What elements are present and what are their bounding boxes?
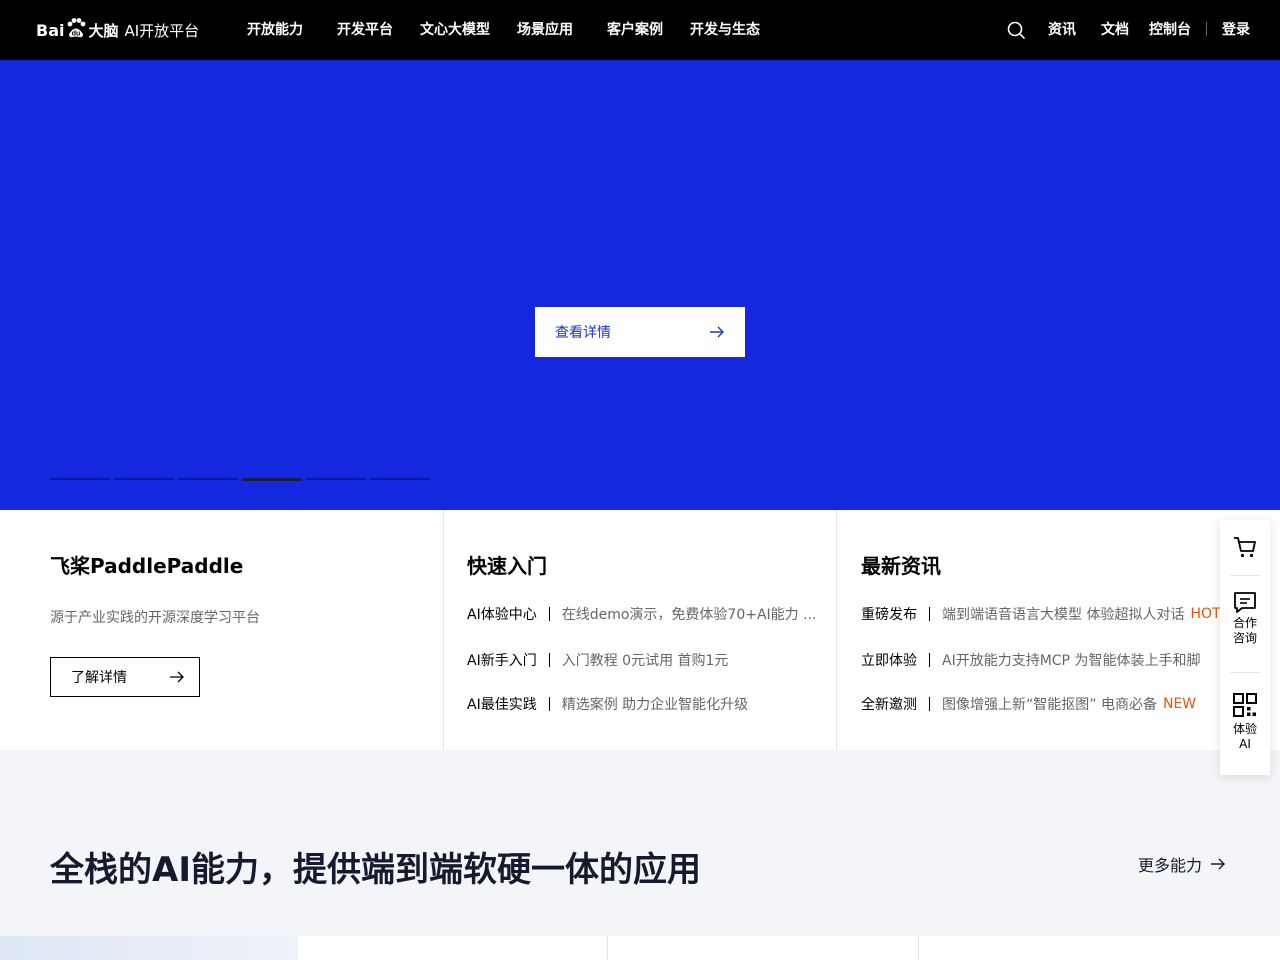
nav-console[interactable]: 控制台 (1149, 20, 1191, 40)
row-text: AI开放能力支持MCP 为智能体装上手和脚 (942, 653, 1201, 669)
row-text: 入门教程 0元试用 首购1元 (561, 653, 729, 669)
quickstart-card: 快速入门 AI体验中心 在线demo演示，免费体验70+AI能力 ... AI新… (444, 510, 836, 750)
top-nav-bar: Bai du 大脑 AI开放平台 开放能力 开发平台 文心大模型 场景应用 客户… (0, 0, 1280, 60)
news-row[interactable]: 全新邀测 图像增强上新“智能抠图” 电商必备 NEW (861, 694, 1196, 714)
logo-bai: Bai (36, 20, 65, 40)
logo-brand: 大脑 (88, 21, 119, 40)
nav-docs[interactable]: 文档 (1101, 20, 1129, 40)
carousel-dot-active[interactable] (242, 478, 302, 481)
try-ai-button[interactable]: 体验AI (1220, 692, 1270, 752)
new-badge: NEW (1162, 696, 1197, 712)
row-separator (929, 653, 930, 667)
row-text: 端到端语音语言大模型 体验超拟人对话 (942, 607, 1185, 623)
learn-more-label: 了解详情 (71, 670, 127, 686)
nav-scenarios[interactable]: 场景应用 (517, 20, 573, 40)
baidu-ai-logo[interactable]: Bai du 大脑 AI开放平台 (36, 12, 199, 48)
nav-login[interactable]: 登录 (1222, 20, 1250, 40)
carousel-dot[interactable] (370, 478, 430, 480)
section-title: 全栈的AI能力，提供端到端软硬一体的应用 (50, 850, 701, 890)
carousel-dot[interactable] (114, 478, 174, 480)
nav-dev-ecosystem[interactable]: 开发与生态 (690, 20, 760, 40)
more-capabilities-label: 更多能力 (1138, 856, 1203, 875)
row-label: AI新手入门 (467, 653, 537, 669)
row-label: AI体验中心 (467, 607, 537, 623)
consult-label: 合作咨询 (1232, 616, 1257, 645)
nav-divider (1206, 22, 1207, 36)
carousel-dot[interactable] (178, 478, 238, 480)
row-separator (929, 607, 930, 621)
news-row[interactable]: 重磅发布 端到端语音语言大模型 体验超拟人对话 HOT (861, 604, 1221, 624)
logo-platform: AI开放平台 (124, 21, 200, 40)
hero-view-details-button[interactable]: 查看详情 (535, 307, 745, 357)
arrow-right-icon (170, 671, 184, 683)
row-separator (548, 653, 550, 667)
svg-text:du: du (72, 31, 81, 38)
cart-icon (1234, 537, 1256, 558)
row-label: 全新邀测 (861, 697, 917, 713)
chat-icon (1234, 592, 1256, 613)
hot-badge: HOT (1190, 606, 1221, 622)
nav-news[interactable]: 资讯 (1048, 20, 1076, 40)
news-row[interactable]: 立即体验 AI开放能力支持MCP 为智能体装上手和脚 (861, 650, 1200, 670)
carousel-indicators (50, 478, 430, 481)
capability-cards-preview (0, 936, 1280, 960)
row-label: AI最佳实践 (467, 697, 537, 713)
info-cards: 飞桨PaddlePaddle 源于产业实践的开源深度学习平台 了解详情 快速入门… (0, 510, 1280, 750)
row-separator (548, 607, 550, 621)
capability-card-image (0, 936, 298, 960)
qr-code-icon (1233, 693, 1257, 717)
carousel-dot[interactable] (306, 478, 366, 480)
consult-button[interactable]: 合作咨询 (1220, 590, 1270, 646)
row-label: 重磅发布 (861, 607, 917, 623)
floating-toolbar: 合作咨询 体验AI (1220, 520, 1270, 775)
news-card: 最新资讯 重磅发布 端到端语音语言大模型 体验超拟人对话 HOT 立即体验 AI… (837, 510, 1280, 750)
arrow-right-icon (1211, 858, 1226, 870)
toolbar-separator (1230, 672, 1260, 673)
row-text: 精选案例 助力企业智能化升级 (561, 697, 749, 713)
paw-icon: du (65, 17, 87, 38)
row-text: 图像增强上新“智能抠图” 电商必备 (942, 697, 1157, 713)
paddle-card: 飞桨PaddlePaddle 源于产业实践的开源深度学习平台 了解详情 (0, 510, 443, 750)
quickstart-row[interactable]: AI最佳实践 精选案例 助力企业智能化升级 (467, 694, 748, 714)
row-text: 在线demo演示，免费体验70+AI能力 ... (561, 607, 817, 623)
learn-more-button[interactable]: 了解详情 (50, 657, 200, 697)
card-divider (918, 936, 919, 960)
row-separator (548, 697, 550, 711)
quickstart-row[interactable]: AI体验中心 在线demo演示，免费体验70+AI能力 ... (467, 604, 816, 624)
more-capabilities-link[interactable]: 更多能力 (1138, 852, 1226, 876)
carousel-dot[interactable] (50, 478, 110, 480)
nav-ernie-models[interactable]: 文心大模型 (420, 20, 490, 40)
cart-button[interactable] (1220, 534, 1270, 560)
quickstart-title: 快速入门 (467, 554, 547, 578)
paddle-desc: 源于产业实践的开源深度学习平台 (50, 610, 260, 626)
hero-cta-label: 查看详情 (555, 324, 611, 340)
card-divider (607, 936, 608, 960)
hero-banner: 查看详情 (0, 60, 1280, 510)
nav-open-capabilities[interactable]: 开放能力 (247, 20, 303, 40)
row-separator (929, 697, 930, 711)
news-title: 最新资讯 (861, 554, 941, 578)
nav-customer-cases[interactable]: 客户案例 (607, 20, 663, 40)
row-label: 立即体验 (861, 653, 917, 669)
capabilities-section: 全栈的AI能力，提供端到端软硬一体的应用 更多能力 (0, 750, 1280, 936)
toolbar-separator (1230, 575, 1260, 576)
quickstart-row[interactable]: AI新手入门 入门教程 0元试用 首购1元 (467, 650, 728, 670)
try-ai-label: 体验AI (1232, 722, 1257, 751)
search-icon[interactable] (1006, 20, 1026, 40)
nav-dev-platform[interactable]: 开发平台 (337, 20, 393, 40)
paddle-title: 飞桨PaddlePaddle (50, 554, 244, 578)
arrow-right-icon (710, 326, 724, 338)
